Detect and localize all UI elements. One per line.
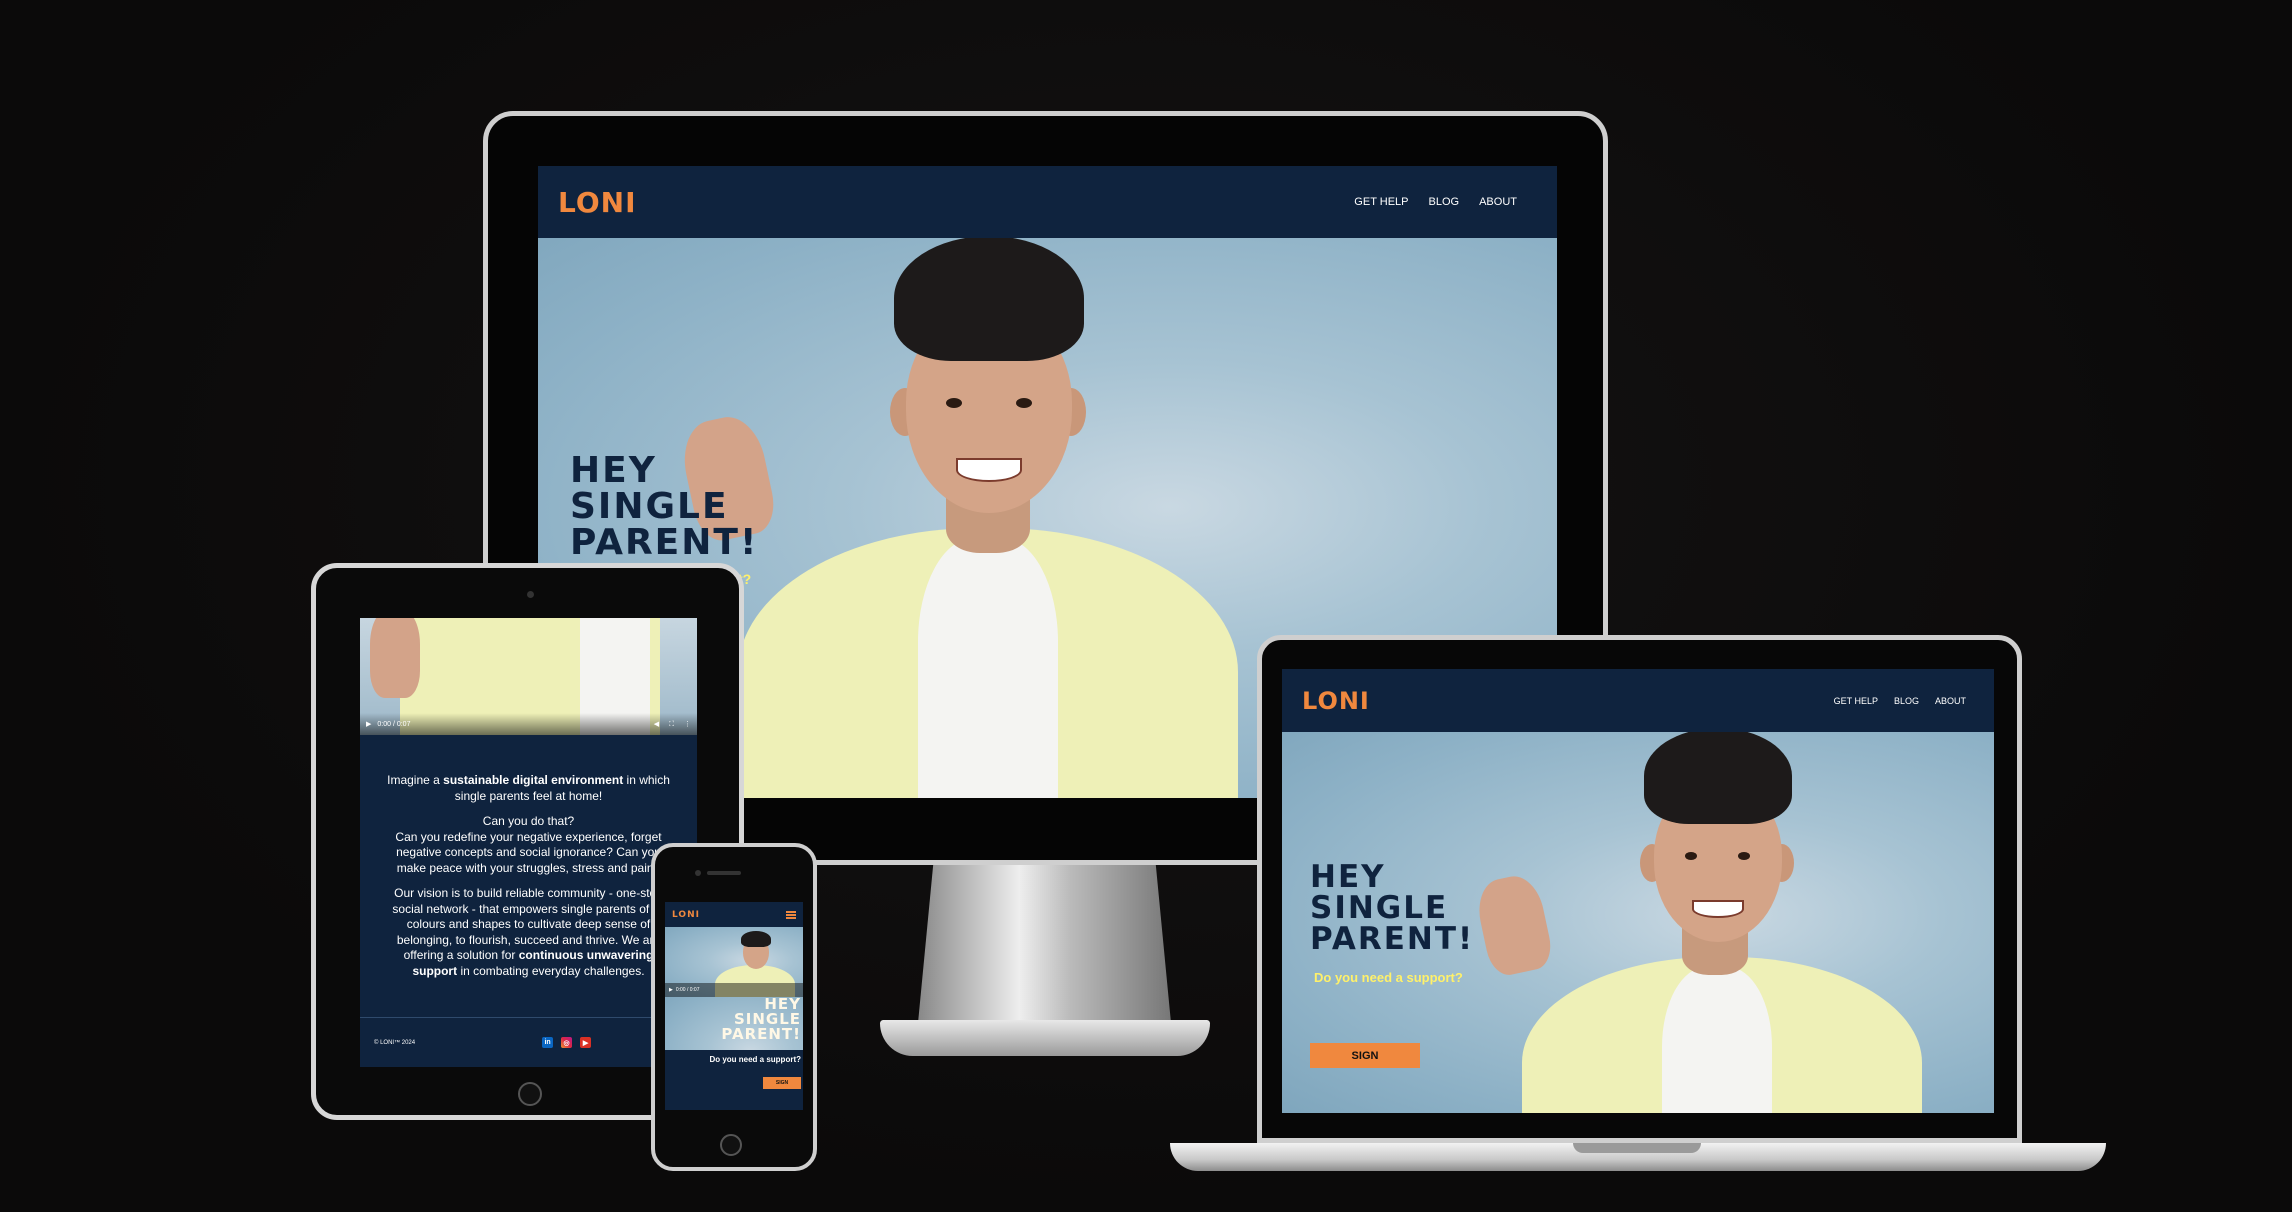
tablet-video-player[interactable]: ▶ 0:00 / 0:07 ◀ ⛶ ⋮ — [360, 618, 697, 735]
phone-video-controls: ▶ 0:00 / 0:07 — [665, 983, 803, 997]
laptop-nav-blog[interactable]: BLOG — [1894, 696, 1919, 706]
desktop-nav-links: GET HELP BLOG ABOUT — [1334, 196, 1517, 208]
device-mockup-stage: LONI GET HELP BLOG ABOUT HEY SINGLE PARE… — [0, 0, 2292, 1212]
phone-navbar: LONI — [665, 902, 803, 927]
laptop-question: Do you need a support? — [1314, 970, 1463, 985]
hamburger-menu-icon[interactable] — [786, 910, 796, 919]
desktop-headline: HEY SINGLE PARENT! — [570, 453, 758, 561]
laptop-notch — [1573, 1143, 1701, 1153]
nav-about[interactable]: ABOUT — [1479, 196, 1517, 208]
headline-line-2: SINGLE — [570, 486, 729, 527]
laptop-child-photo — [1472, 732, 1962, 1113]
laptop-headline: HEY SINGLE PARENT! — [1310, 862, 1474, 955]
tablet-home-button[interactable] — [518, 1082, 542, 1106]
phone-play-icon[interactable]: ▶ — [669, 987, 673, 993]
volume-icon[interactable]: ◀ — [654, 720, 659, 728]
more-options-icon[interactable]: ⋮ — [684, 720, 691, 728]
tablet-camera — [527, 591, 534, 598]
desktop-navbar: LONI GET HELP BLOG ABOUT — [538, 166, 1557, 238]
laptop-nav-about[interactable]: ABOUT — [1935, 696, 1966, 706]
phone-speaker — [707, 871, 741, 875]
hero-child-photo — [676, 238, 1278, 798]
headline-line-3: PARENT! — [570, 522, 759, 563]
tablet-paragraph-2: Can you do that? Can you redefine your ne… — [395, 814, 662, 875]
social-links: in ◎ ▶ — [542, 1037, 599, 1048]
instagram-icon[interactable]: ◎ — [561, 1037, 573, 1048]
laptop-nav-get-help[interactable]: GET HELP — [1834, 696, 1878, 706]
laptop-screen: LONI GET HELP BLOG ABOUT HEY SINGLE PARE… — [1282, 669, 1994, 1113]
phone-home-button[interactable] — [720, 1134, 742, 1156]
phone-device: LONI ▶ 0:00 / 0:07 HEY SINGLE PARENT! Do… — [651, 843, 817, 1171]
laptop-device: LONI GET HELP BLOG ABOUT HEY SINGLE PARE… — [1257, 635, 2022, 1143]
monitor-stand — [918, 865, 1171, 1023]
tablet-paragraph-1: Imagine a sustainable digital environmen… — [387, 773, 670, 803]
phone-headline-line-3: PARENT! — [721, 1025, 801, 1043]
laptop-headline-line-2: SINGLE — [1310, 890, 1449, 926]
laptop-logo[interactable]: LONI — [1302, 687, 1370, 715]
laptop-headline-line-3: PARENT! — [1310, 921, 1475, 957]
play-icon[interactable]: ▶ — [366, 720, 371, 728]
tablet-vision-text: Imagine a sustainable digital environmen… — [380, 773, 677, 989]
laptop-sign-button[interactable]: SIGN — [1310, 1043, 1420, 1068]
monitor-stand-base — [880, 1020, 1210, 1056]
phone-screen: LONI ▶ 0:00 / 0:07 HEY SINGLE PARENT! Do… — [665, 902, 803, 1110]
phone-video-player[interactable]: ▶ 0:00 / 0:07 — [665, 927, 803, 997]
phone-logo[interactable]: LONI — [672, 910, 700, 920]
tablet-video-time: 0:00 / 0:07 — [377, 720, 411, 728]
youtube-icon[interactable]: ▶ — [580, 1037, 592, 1048]
phone-headline: HEY SINGLE PARENT! — [721, 997, 801, 1042]
tablet-screen: ▶ 0:00 / 0:07 ◀ ⛶ ⋮ Imagine a sustainabl… — [360, 618, 697, 1067]
laptop-hero: HEY SINGLE PARENT! Do you need a support… — [1282, 732, 1994, 1113]
desktop-logo[interactable]: LONI — [558, 186, 637, 219]
linkedin-icon[interactable]: in — [542, 1037, 554, 1048]
tablet-paragraph-3: Our vision is to build reliable communit… — [392, 886, 665, 978]
nav-blog[interactable]: BLOG — [1429, 196, 1460, 208]
laptop-headline-line-1: HEY — [1310, 859, 1386, 895]
laptop-nav-links: GET HELP BLOG ABOUT — [1818, 696, 1966, 706]
laptop-navbar: LONI GET HELP BLOG ABOUT — [1282, 669, 1994, 732]
phone-hero: HEY SINGLE PARENT! Do you need a support… — [665, 997, 803, 1110]
copyright-text: © LONI™ 2024 — [374, 1039, 416, 1046]
fullscreen-icon[interactable]: ⛶ — [669, 720, 674, 729]
headline-line-1: HEY — [570, 450, 657, 491]
phone-sign-button[interactable]: SIGN — [763, 1077, 801, 1089]
tablet-video-controls: ▶ 0:00 / 0:07 ◀ ⛶ ⋮ — [360, 713, 697, 735]
phone-camera — [695, 870, 701, 876]
tablet-footer: © LONI™ 2024 in ◎ ▶ — [360, 1017, 697, 1067]
phone-video-time: 0:00 / 0:07 — [675, 987, 700, 993]
phone-question: Do you need a support? — [709, 1055, 801, 1064]
nav-get-help[interactable]: GET HELP — [1354, 196, 1408, 208]
